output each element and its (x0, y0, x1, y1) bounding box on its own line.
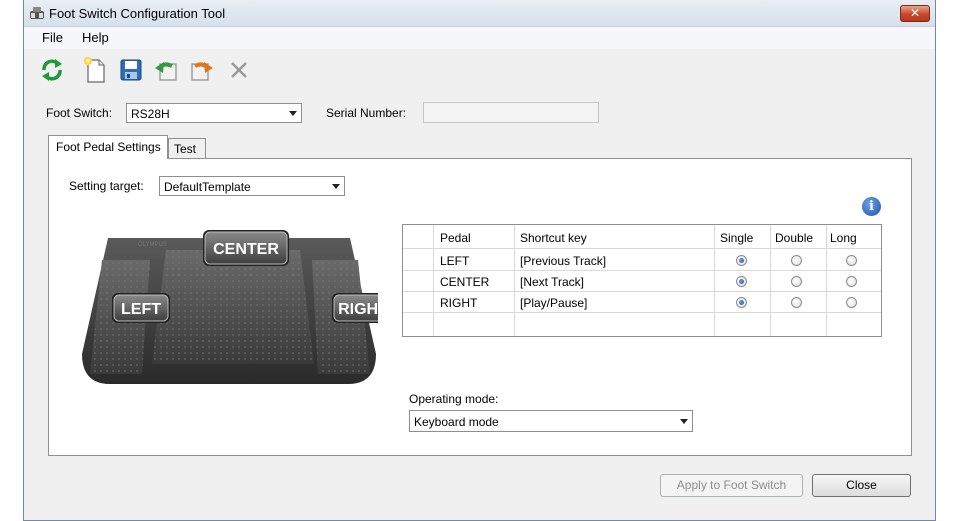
close-button[interactable]: Close (812, 474, 911, 497)
foot-switch-select[interactable]: RS28H (126, 103, 302, 123)
chevron-down-icon (332, 184, 340, 189)
tab-test[interactable]: Test (168, 138, 206, 159)
menu-file[interactable]: File (42, 30, 63, 45)
menu-bar: File Help (24, 27, 935, 49)
row-shortcut[interactable]: [Next Track] (520, 275, 584, 289)
pedal-right-label: RIGHT (338, 301, 378, 318)
operating-mode-value: Keyboard mode (414, 415, 499, 429)
radio-single[interactable] (736, 276, 747, 287)
tab-label: Foot Pedal Settings (56, 140, 161, 154)
info-icon[interactable]: i (862, 197, 881, 216)
toolbar (24, 53, 935, 87)
window-close-button[interactable]: ✕ (900, 5, 930, 22)
save-icon[interactable] (117, 56, 145, 84)
pedal-left-label: LEFT (121, 301, 161, 318)
radio-double[interactable] (791, 255, 802, 266)
app-icon (30, 7, 44, 19)
radio-double[interactable] (791, 297, 802, 308)
app-window: Foot Switch Configuration Tool ✕ File He… (23, 0, 936, 521)
radio-long[interactable] (846, 297, 857, 308)
refresh-icon[interactable] (38, 56, 66, 84)
operating-mode-label: Operating mode: (409, 392, 499, 406)
setting-target-select[interactable]: DefaultTemplate (159, 176, 345, 196)
pedal-center-label: CENTER (213, 241, 279, 258)
row-pedal: LEFT (440, 254, 470, 268)
header-pedal: Pedal (440, 231, 471, 245)
close-icon: ✕ (909, 6, 921, 20)
foot-switch-label: Foot Switch: (46, 106, 113, 120)
setting-target-value: DefaultTemplate (164, 180, 251, 194)
row-pedal: CENTER (440, 275, 490, 289)
operating-mode-select[interactable]: Keyboard mode (409, 410, 693, 432)
tab-label: Test (174, 142, 197, 156)
serial-number-label: Serial Number: (326, 106, 407, 120)
apply-to-foot-switch-button[interactable]: Apply to Foot Switch (660, 474, 803, 497)
menu-help[interactable]: Help (82, 30, 109, 45)
new-file-icon[interactable] (81, 56, 109, 84)
export-icon[interactable] (188, 56, 216, 84)
radio-long[interactable] (846, 276, 857, 287)
delete-icon[interactable] (225, 56, 253, 84)
chevron-down-icon (289, 111, 297, 116)
window-title: Foot Switch Configuration Tool (49, 6, 226, 21)
header-shortcut-key: Shortcut key (520, 231, 587, 245)
header-single: Single (720, 231, 754, 245)
import-icon[interactable] (152, 56, 180, 84)
radio-long[interactable] (846, 255, 857, 266)
foot-pedal-image: OLYMPUS CENTER LEFT RIGHT (82, 230, 378, 384)
foot-switch-value: RS28H (131, 107, 170, 121)
row-pedal: RIGHT (440, 296, 478, 310)
shortcut-grid: Pedal Shortcut key Single Double Long LE… (402, 224, 882, 337)
setting-target-label: Setting target: (69, 179, 144, 193)
row-shortcut[interactable]: [Previous Track] (520, 254, 606, 268)
chevron-down-icon (680, 419, 688, 424)
radio-double[interactable] (791, 276, 802, 287)
row-shortcut[interactable]: [Play/Pause] (520, 296, 587, 310)
brand-text: OLYMPUS (138, 242, 167, 248)
header-double: Double (775, 231, 814, 245)
serial-number-field (423, 102, 599, 123)
radio-single[interactable] (736, 297, 747, 308)
title-bar[interactable]: Foot Switch Configuration Tool ✕ (24, 0, 935, 27)
radio-single[interactable] (736, 255, 747, 266)
tab-foot-pedal-settings[interactable]: Foot Pedal Settings (48, 135, 168, 159)
header-long: Long (830, 231, 857, 245)
